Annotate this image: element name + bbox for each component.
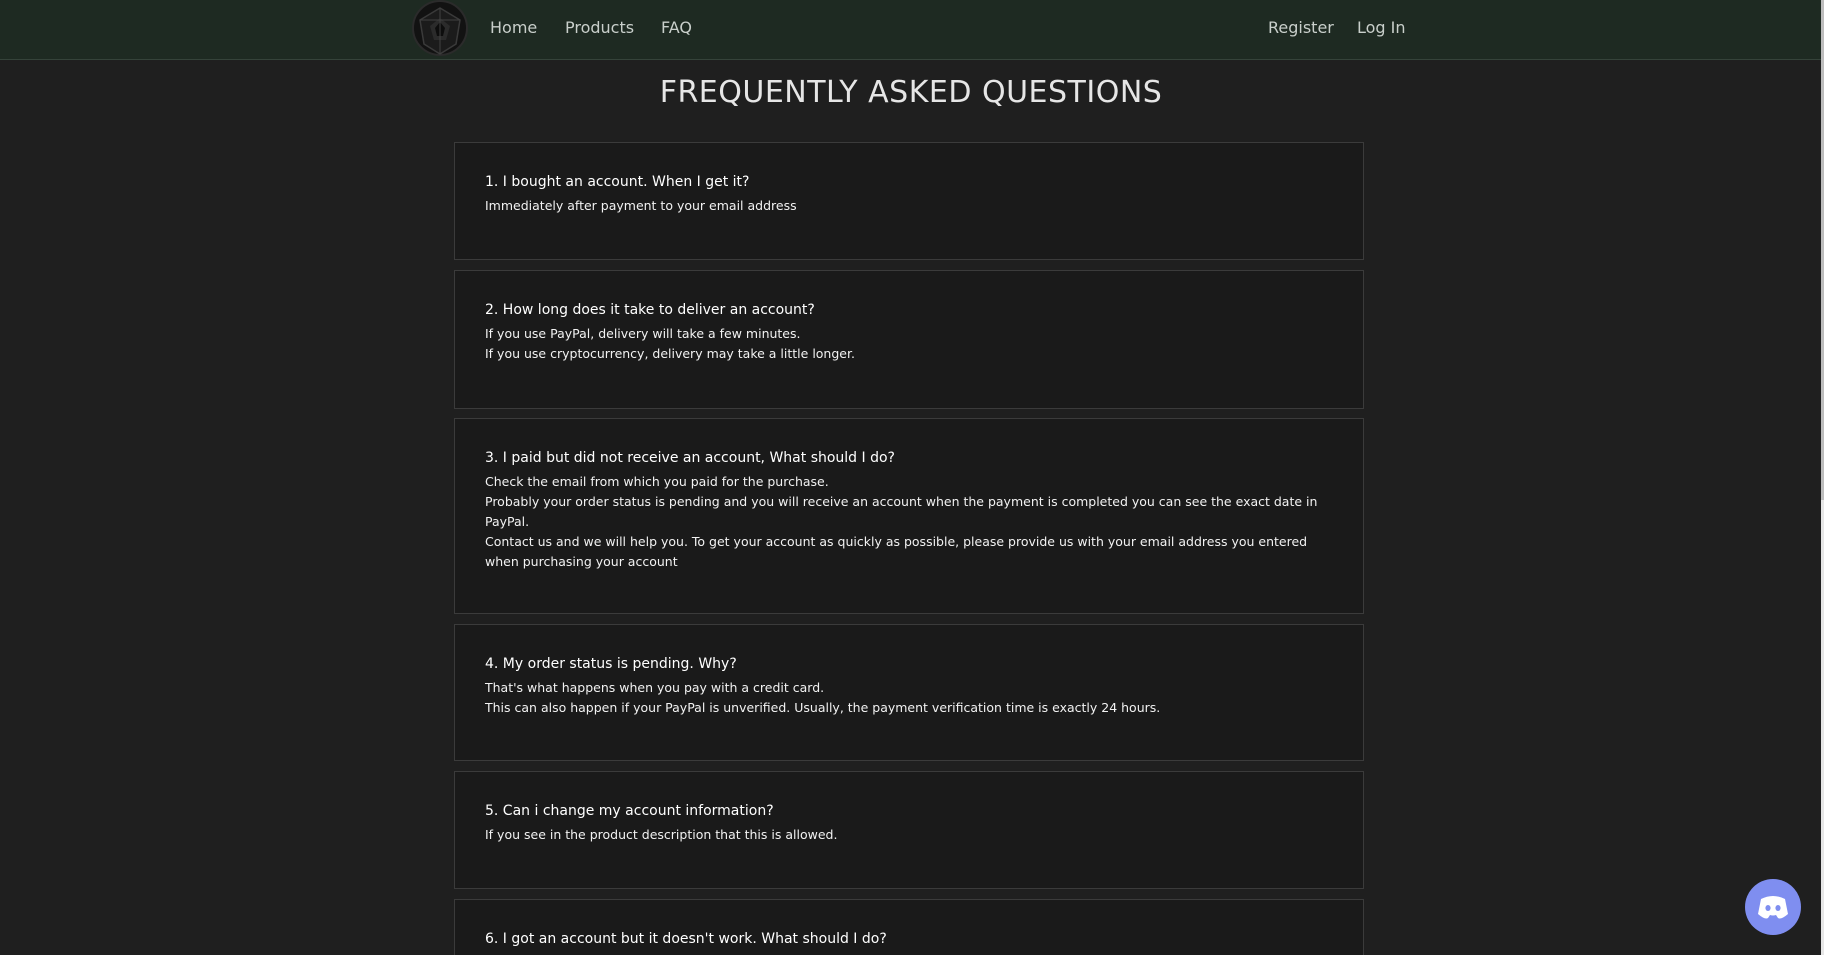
faq-question: 3. I paid but did not receive an account… [485, 450, 895, 466]
discord-chat-button[interactable] [1745, 879, 1801, 935]
faq-answer-line: Contact us and we will help you. To get … [485, 534, 1308, 569]
site-logo[interactable] [410, 0, 470, 60]
faq-question: 4. My order status is pending. Why? [485, 656, 737, 672]
faq-answer-line: Check the email from which you paid for … [485, 474, 829, 489]
discord-icon [1758, 896, 1788, 919]
faq-question: 1. I bought an account. When I get it? [485, 174, 750, 190]
faq-card-5: 5. Can i change my account information? … [454, 771, 1364, 889]
nav-faq-link[interactable]: FAQ [661, 18, 692, 37]
faq-answer-line: Immediately after payment to your email … [485, 198, 797, 213]
top-navbar: Home Products FAQ Register Log In [0, 0, 1822, 60]
nav-login-link[interactable]: Log In [1357, 18, 1406, 37]
faq-question: 5. Can i change my account information? [485, 803, 774, 819]
faq-card-6: 6. I got an account but it doesn't work.… [454, 899, 1364, 955]
shield-emblem-logo-icon [412, 0, 468, 56]
faq-answer-line: If you use PayPal, delivery will take a … [485, 326, 801, 341]
faq-question: 6. I got an account but it doesn't work.… [485, 931, 887, 947]
nav-home-link[interactable]: Home [490, 18, 537, 37]
faq-card-2: 2. How long does it take to deliver an a… [454, 270, 1364, 409]
faq-answer-line: If you see in the product description th… [485, 827, 838, 842]
nav-register-link[interactable]: Register [1268, 18, 1334, 37]
faq-answer-line: That's what happens when you pay with a … [485, 680, 825, 695]
faq-card-1: 1. I bought an account. When I get it? I… [454, 142, 1364, 260]
page-title: FREQUENTLY ASKED QUESTIONS [659, 75, 1163, 110]
faq-answer-line: If you use cryptocurrency, delivery may … [485, 346, 855, 361]
nav-products-link[interactable]: Products [565, 18, 634, 37]
faq-answer-line: Probably your order status is pending an… [485, 494, 1318, 529]
faq-card-4: 4. My order status is pending. Why? That… [454, 624, 1364, 761]
faq-question: 2. How long does it take to deliver an a… [485, 302, 815, 318]
faq-card-3: 3. I paid but did not receive an account… [454, 418, 1364, 614]
faq-answer-line: This can also happen if your PayPal is u… [485, 700, 1161, 715]
